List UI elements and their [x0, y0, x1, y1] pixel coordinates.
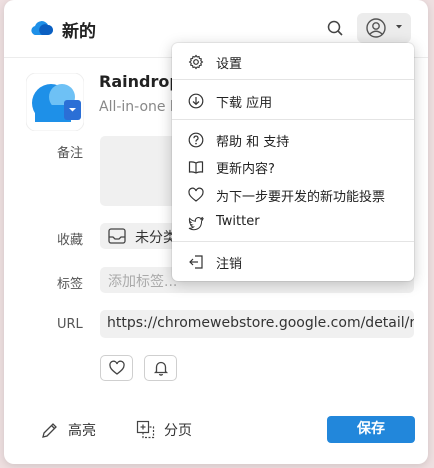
collection-value: 未分类: [135, 230, 177, 246]
pencil-icon: [42, 423, 57, 438]
unsorted-collection-icon: [108, 228, 126, 244]
heart-icon: [188, 187, 204, 202]
menu-divider: [172, 241, 414, 242]
menu-item-settings[interactable]: 设置: [172, 50, 414, 74]
note-label: 备注: [57, 146, 84, 161]
menu-label-twitter: Twitter: [216, 214, 260, 229]
url-input[interactable]: https://chromewebstore.google.com/detail…: [100, 310, 414, 338]
help-circle-icon: [188, 132, 204, 148]
save-button[interactable]: 保存: [327, 416, 415, 443]
menu-item-help[interactable]: 帮助 和 支持: [172, 128, 414, 152]
search-icon: [327, 20, 343, 36]
menu-label-vote: 为下一步要开发的新功能投票: [216, 190, 386, 205]
reminder-button[interactable]: [144, 355, 177, 381]
raindrop-logo-icon: [31, 19, 53, 39]
menu-item-logout[interactable]: 注销: [172, 250, 414, 274]
tags-label: 标签: [57, 277, 84, 292]
menu-label-settings: 设置: [216, 57, 243, 72]
user-menu-button[interactable]: [357, 13, 411, 43]
highlight-button[interactable]: 高亮: [40, 420, 110, 440]
heart-icon: [109, 360, 125, 375]
menu-label-download-app: 下载 应用: [216, 96, 273, 111]
menu-divider: [172, 119, 414, 120]
menu-divider: [172, 79, 414, 80]
twitter-icon: [188, 216, 204, 231]
collection-label: 收藏: [57, 233, 84, 248]
tags-placeholder: 添加标签...: [108, 274, 178, 290]
menu-item-vote[interactable]: 为下一步要开发的新功能投票: [172, 183, 414, 207]
menu-item-twitter[interactable]: Twitter: [172, 211, 414, 235]
url-value: https://chromewebstore.google.com/detail…: [107, 315, 414, 331]
logout-icon: [189, 255, 203, 269]
item-thumbnail: [25, 72, 85, 132]
page-title: 新的: [62, 22, 96, 42]
menu-label-help: 帮助 和 支持: [216, 135, 290, 150]
caret-down-icon: [396, 25, 402, 29]
page-button[interactable]: 分页: [136, 420, 206, 440]
menu-label-whats-new: 更新内容?: [216, 162, 275, 177]
book-icon: [188, 161, 204, 174]
menu-item-whats-new[interactable]: 更新内容?: [172, 155, 414, 179]
user-circle-icon: [366, 18, 386, 38]
gear-icon: [188, 54, 204, 70]
bell-icon: [153, 361, 169, 376]
highlight-label: 高亮: [68, 423, 96, 439]
url-label: URL: [57, 317, 83, 332]
item-description[interactable]: All-in-one b: [99, 99, 179, 115]
add-page-icon: [136, 420, 155, 439]
favorite-button[interactable]: [100, 355, 133, 381]
raindrop-popup: 新的 Raindrop.i All-in-one b 备注 收藏 未分类 标签 …: [4, 0, 428, 464]
menu-item-download-app[interactable]: 下载 应用: [172, 89, 414, 113]
download-circle-icon: [188, 93, 204, 109]
page-label: 分页: [164, 423, 192, 439]
menu-label-logout: 注销: [216, 257, 243, 272]
search-button[interactable]: [324, 17, 346, 39]
user-dropdown-menu: 设置 下载 应用 帮助 和 支持 更新内容? 为下一步要开发的新功能投票 Twi…: [172, 43, 414, 281]
